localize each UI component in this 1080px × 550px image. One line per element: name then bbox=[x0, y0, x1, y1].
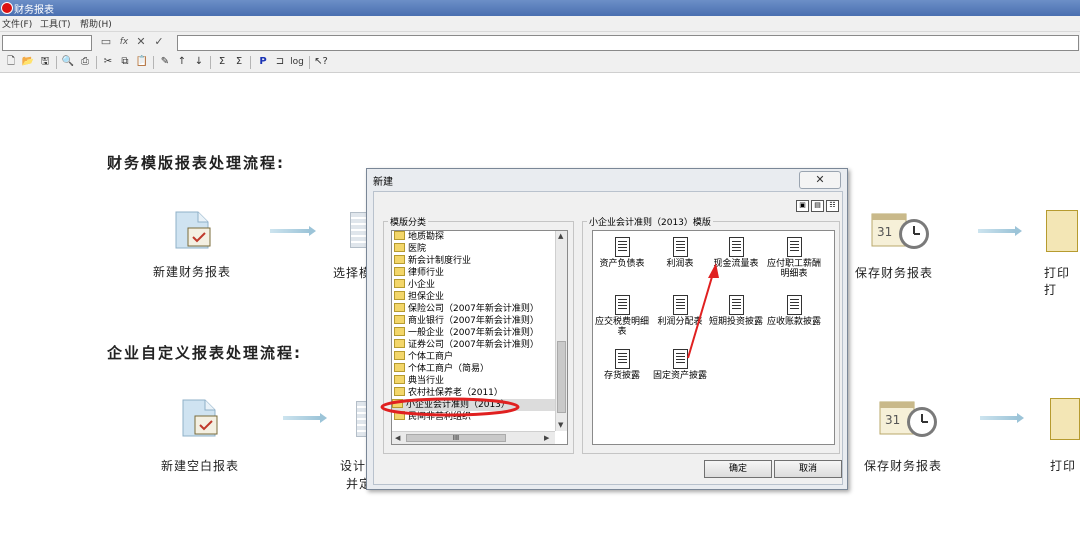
annotation-arrow-head bbox=[708, 263, 719, 278]
annotation-circle bbox=[380, 397, 520, 417]
annotation-arrow-line bbox=[687, 269, 715, 359]
annotation-overlay bbox=[380, 263, 719, 417]
